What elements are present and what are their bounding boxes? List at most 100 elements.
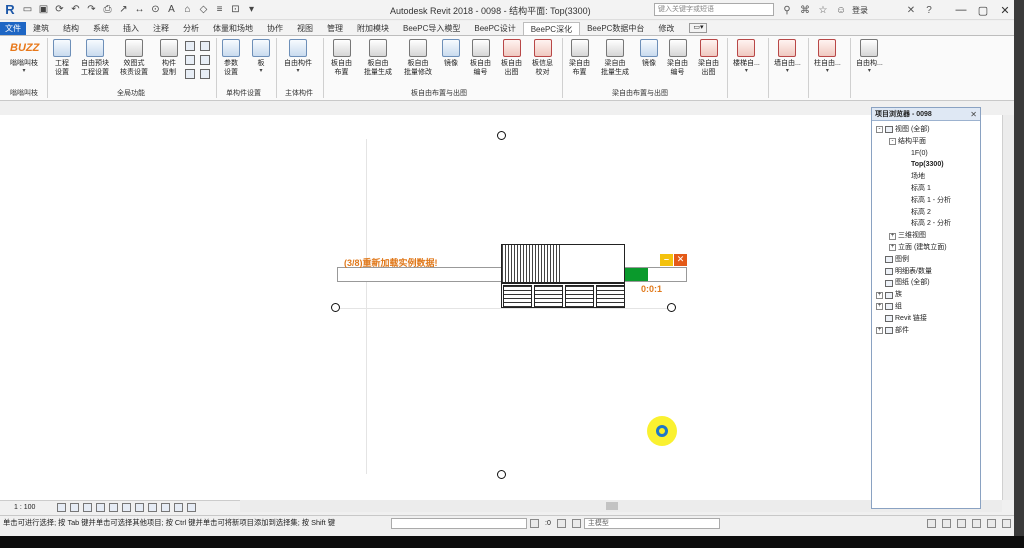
- browser-node[interactable]: + 三维视图: [872, 230, 982, 242]
- browser-node[interactable]: Top(3300): [872, 159, 982, 171]
- open-icon[interactable]: ▭: [21, 3, 34, 16]
- beam-number-button[interactable]: 梁自由 编号: [667, 39, 688, 77]
- small-tool-icon[interactable]: [185, 69, 195, 79]
- component-free-button[interactable]: 自由构... ▾: [856, 39, 883, 74]
- drag-elements-icon[interactable]: [987, 518, 996, 528]
- constraints-icon[interactable]: [174, 503, 184, 512]
- expand-icon[interactable]: +: [876, 303, 883, 311]
- expand-icon[interactable]: +: [889, 244, 896, 252]
- collapse-icon[interactable]: -: [889, 138, 896, 146]
- tab-beepc-detail[interactable]: BeePC深化: [522, 22, 581, 35]
- browser-node[interactable]: - 视图 (全部): [872, 124, 982, 136]
- browser-node[interactable]: 1F(0): [872, 148, 982, 160]
- user-icon[interactable]: ☺: [834, 3, 848, 17]
- small-tool-icon[interactable]: [200, 55, 210, 65]
- column-free-button[interactable]: 柱自由... ▾: [814, 39, 841, 74]
- checking-settings-button[interactable]: 效图式 核责设置: [120, 39, 148, 77]
- grid-bubble[interactable]: [497, 470, 506, 479]
- select-underlay-icon[interactable]: [942, 518, 951, 528]
- reveal-hidden-icon[interactable]: [148, 503, 158, 512]
- browser-node[interactable]: 图例: [872, 254, 982, 266]
- thin-lines-icon[interactable]: ≡: [213, 3, 226, 16]
- beam-drawing-button[interactable]: 梁自由 出图: [698, 39, 719, 77]
- stair-free-button[interactable]: 楼梯自... ▾: [733, 39, 760, 74]
- crop-view-icon[interactable]: [109, 503, 119, 512]
- redo-icon[interactable]: ↷: [85, 3, 98, 16]
- shadows-icon[interactable]: [96, 503, 106, 512]
- 3d-view-icon[interactable]: ⌂: [181, 3, 194, 16]
- slab-batch-modify-button[interactable]: 板自由 批量修改: [404, 39, 432, 77]
- browser-node[interactable]: 标高 2 - 分析: [872, 218, 982, 230]
- workset-dropdown[interactable]: [391, 517, 527, 529]
- tab-annotate[interactable]: 注释: [146, 22, 176, 35]
- tab-architecture[interactable]: 建筑: [26, 22, 56, 35]
- select-pinned-icon[interactable]: [957, 518, 966, 528]
- section-icon[interactable]: ◇: [197, 3, 210, 16]
- small-tool-icon[interactable]: [185, 41, 195, 51]
- grid-bubble[interactable]: [331, 303, 340, 312]
- revit-logo-icon[interactable]: R: [3, 2, 17, 17]
- sun-path-icon[interactable]: [83, 503, 93, 512]
- ribbon-toggle-icon[interactable]: ▭▾: [689, 23, 708, 33]
- minimize-button[interactable]: —: [950, 0, 972, 20]
- maximize-button[interactable]: ▢: [972, 0, 994, 20]
- small-tool-icon[interactable]: [200, 69, 210, 79]
- select-links-icon[interactable]: [927, 518, 936, 528]
- browser-node[interactable]: 明细表/数量: [872, 266, 982, 278]
- exchange-icon[interactable]: ✕: [904, 3, 918, 17]
- tab-beepc-design[interactable]: BeePC设计: [467, 22, 522, 35]
- tab-analyze[interactable]: 分析: [176, 22, 206, 35]
- slab-mirror-button[interactable]: 镜像: [442, 39, 460, 68]
- tag-icon[interactable]: ⊙: [149, 3, 162, 16]
- filter-selection-icon[interactable]: [1002, 518, 1011, 528]
- select-by-face-icon[interactable]: [972, 518, 981, 528]
- slab-button[interactable]: 板 ▾: [252, 39, 270, 74]
- minimize-progress-button[interactable]: –: [660, 254, 673, 266]
- detail-level-icon[interactable]: [57, 503, 67, 512]
- project-settings-button[interactable]: 工程 设置: [53, 39, 71, 77]
- help-icon[interactable]: ?: [922, 3, 936, 17]
- scroll-thumb[interactable]: [606, 502, 618, 510]
- component-copy-button[interactable]: 构件 复制: [160, 39, 178, 77]
- tab-manage[interactable]: 管理: [320, 22, 350, 35]
- beam-mirror-button[interactable]: 镜像: [640, 39, 658, 68]
- tab-addins[interactable]: 附加模块: [350, 22, 396, 35]
- browser-node[interactable]: + 部件: [872, 325, 982, 337]
- search-icon[interactable]: ⚲: [780, 3, 794, 17]
- dimension-icon[interactable]: ↔: [133, 3, 146, 16]
- browser-node[interactable]: Revit 链接: [872, 313, 982, 325]
- undo-icon[interactable]: ↶: [69, 3, 82, 16]
- grid-bubble[interactable]: [667, 303, 676, 312]
- close-progress-button[interactable]: ✕: [674, 254, 687, 266]
- search-input[interactable]: 键入关键字或短语: [654, 3, 774, 16]
- show-crop-icon[interactable]: [122, 503, 132, 512]
- slab-place-button[interactable]: 板自由 布置: [331, 39, 352, 77]
- text-icon[interactable]: A: [165, 3, 178, 16]
- vertical-scrollbar[interactable]: [1002, 115, 1014, 500]
- slab-check-button[interactable]: 板信息 校对: [532, 39, 553, 77]
- tab-modify[interactable]: 修改: [651, 22, 681, 35]
- wall-free-button[interactable]: 墙自由... ▾: [774, 39, 801, 74]
- browser-node[interactable]: + 族: [872, 289, 982, 301]
- tab-structure[interactable]: 结构: [56, 22, 86, 35]
- scroll-left-icon[interactable]: [187, 503, 197, 512]
- browser-node[interactable]: 标高 2: [872, 207, 982, 219]
- temporary-hide-icon[interactable]: [135, 503, 145, 512]
- view-scale[interactable]: 1 : 100: [14, 504, 35, 511]
- expand-icon[interactable]: +: [876, 291, 883, 299]
- small-tool-icon[interactable]: [200, 41, 210, 51]
- switch-windows-icon[interactable]: ▾: [245, 3, 258, 16]
- star-icon[interactable]: ☆: [816, 3, 830, 17]
- filter-icon[interactable]: [571, 518, 581, 528]
- tab-file[interactable]: 文件: [0, 22, 26, 35]
- parameter-settings-button[interactable]: 参数 设置: [222, 39, 240, 77]
- small-tool-icon[interactable]: [185, 55, 195, 65]
- expand-icon[interactable]: +: [876, 326, 883, 334]
- collapse-icon[interactable]: -: [876, 126, 883, 134]
- grid-bubble[interactable]: [497, 131, 506, 140]
- login-link[interactable]: 登录: [852, 5, 868, 16]
- save-icon[interactable]: ▣: [37, 3, 50, 16]
- beam-place-button[interactable]: 梁自由 布置: [569, 39, 590, 77]
- analytical-model-icon[interactable]: [161, 503, 171, 512]
- subscription-icon[interactable]: ⌘: [798, 3, 812, 17]
